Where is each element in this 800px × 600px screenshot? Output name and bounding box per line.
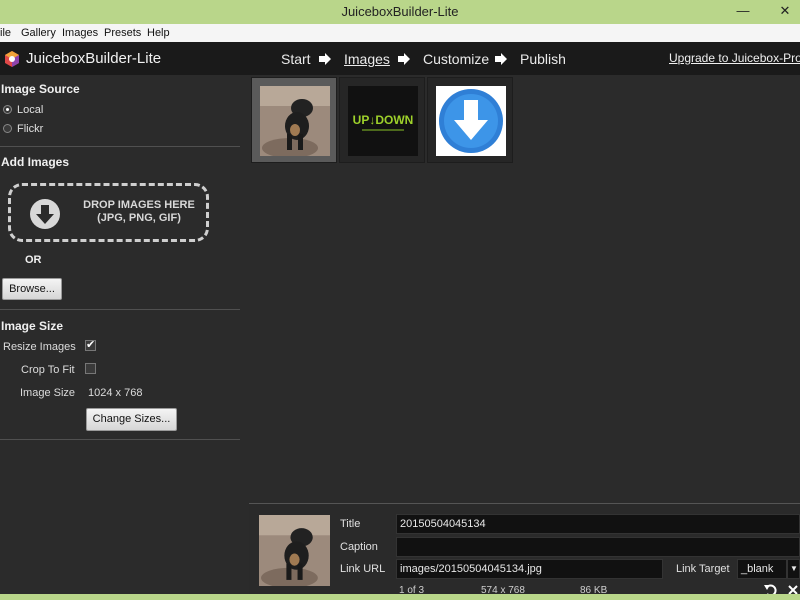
image-size-title: Image Size: [1, 319, 64, 333]
arrow-right-icon: [495, 53, 507, 65]
app-header: JuiceboxBuilder-Lite Start Images Custom…: [0, 42, 800, 75]
image-details-panel: Title 20150504045134 Caption Link URL im…: [249, 503, 800, 600]
svg-text:UP↓DOWN: UP↓DOWN: [353, 113, 414, 127]
window-title: JuiceboxBuilder-Lite: [341, 4, 459, 19]
updown-logo-image: UP↓DOWN: [348, 86, 418, 156]
menu-gallery[interactable]: Gallery: [21, 27, 56, 39]
crop-to-fit-label: Crop To Fit: [21, 364, 75, 376]
thumbnail-dog[interactable]: [251, 77, 337, 163]
change-sizes-button[interactable]: Change Sizes...: [86, 408, 177, 431]
menu-images[interactable]: Images: [62, 27, 98, 39]
radio-local[interactable]: [3, 105, 12, 114]
drop-instruction: DROP IMAGES HERE: [83, 199, 195, 211]
step-start[interactable]: Start: [281, 51, 311, 67]
arrow-right-icon: [319, 53, 331, 65]
upgrade-link[interactable]: Upgrade to Juicebox-Pro: [669, 51, 800, 65]
step-images[interactable]: Images: [344, 51, 390, 67]
left-panel: Image Source Local Flickr Add Images DRO…: [0, 75, 248, 600]
crop-to-fit-checkbox[interactable]: [85, 363, 96, 374]
chevron-down-icon[interactable]: ▼: [787, 559, 800, 579]
bottom-border: [0, 594, 800, 600]
selected-image-preview: [259, 515, 330, 586]
source-flickr-option[interactable]: Flickr: [3, 123, 43, 135]
divider: [0, 439, 240, 440]
title-bar: JuiceboxBuilder-Lite — ✕: [0, 0, 800, 24]
dog-photo-image: [260, 86, 330, 156]
drop-zone[interactable]: DROP IMAGES HERE (JPG, PNG, GIF): [8, 183, 209, 242]
app-name: JuiceboxBuilder-Lite: [26, 50, 162, 67]
step-publish[interactable]: Publish: [520, 51, 566, 67]
drop-formats: (JPG, PNG, GIF): [97, 212, 181, 224]
source-local-option[interactable]: Local: [3, 104, 43, 116]
arrow-right-icon: [398, 53, 410, 65]
image-size-label: Image Size: [20, 387, 76, 399]
caption-label: Caption: [340, 541, 378, 553]
thumbnail-updown[interactable]: UP↓DOWN: [339, 77, 425, 163]
image-source-title: Image Source: [1, 82, 80, 96]
juicebox-logo-icon: [5, 51, 19, 67]
or-label: OR: [25, 254, 42, 266]
divider: [0, 309, 240, 310]
add-images-title: Add Images: [1, 155, 70, 169]
link-target-label: Link Target: [676, 563, 730, 575]
title-field[interactable]: 20150504045134: [396, 514, 800, 534]
link-target-select[interactable]: _blank: [737, 559, 787, 579]
menu-help[interactable]: Help: [147, 27, 170, 39]
browse-button[interactable]: Browse...: [2, 278, 62, 300]
caption-field[interactable]: [396, 537, 800, 557]
divider: [0, 146, 240, 147]
title-label: Title: [340, 518, 361, 530]
image-size-value: 1024 x 768: [88, 387, 143, 399]
menu-presets[interactable]: Presets: [104, 27, 141, 39]
thumbnail-download[interactable]: [427, 77, 513, 163]
drop-text: DROP IMAGES HERE (JPG, PNG, GIF): [69, 199, 209, 225]
source-flickr-label: Flickr: [17, 123, 44, 135]
step-customize[interactable]: Customize: [423, 51, 489, 67]
close-button[interactable]: ✕: [770, 0, 800, 24]
download-arrow-image: [436, 86, 506, 156]
download-arrow-icon: [30, 199, 60, 229]
radio-flickr[interactable]: [3, 124, 12, 133]
link-url-field[interactable]: images/20150504045134.jpg: [396, 559, 663, 579]
menu-file[interactable]: ile: [0, 27, 11, 39]
resize-images-checkbox[interactable]: [85, 338, 96, 351]
minimize-button[interactable]: —: [728, 0, 758, 24]
link-url-label: Link URL: [340, 563, 386, 575]
source-local-label: Local: [17, 104, 44, 116]
menu-bar: ile Gallery Images Presets Help: [0, 24, 800, 42]
thumbnail-grid: UP↓DOWN: [249, 75, 800, 502]
resize-images-label: Resize Images: [3, 341, 76, 353]
